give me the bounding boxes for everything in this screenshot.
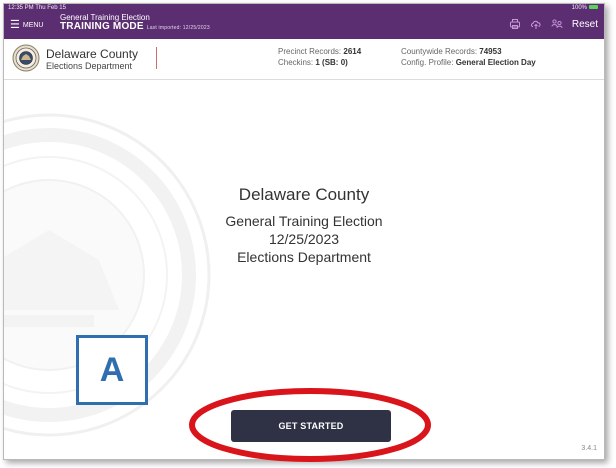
checkins: Checkins: 1 (SB: 0) — [278, 58, 348, 67]
highlight-ellipse — [189, 388, 431, 462]
mode-line: TRAINING MODE Last imported: 12/25/2023 — [60, 22, 210, 33]
top-actions: Reset — [509, 18, 598, 30]
people-icon[interactable] — [551, 18, 563, 30]
main-election-date: 12/25/2023 — [268, 231, 340, 247]
info-bar: Delaware County Elections Department Pre… — [4, 39, 604, 80]
app-version: 3.4.1 — [581, 445, 597, 452]
main-election-name: General Training Election — [225, 213, 383, 229]
status-time: 12:35 PM — [8, 5, 34, 11]
checkins-value: 1 (SB: 0) — [315, 58, 348, 67]
election-titles: General Training Election TRAINING MODE L… — [60, 13, 210, 33]
config-profile-value: General Election Day — [455, 58, 536, 67]
countywide-records-value: 74953 — [479, 47, 502, 56]
checkins-label: Checkins: — [278, 58, 314, 67]
menu-label: MENU — [22, 21, 44, 29]
callout-label-a: A — [76, 335, 148, 405]
header-county-name: Delaware County — [46, 47, 139, 61]
reset-button[interactable]: Reset — [572, 19, 598, 30]
top-bar: 12:35 PM Thu Feb 15 100% ☰ MENU General … — [4, 4, 604, 39]
battery-icon — [589, 5, 598, 10]
training-mode-label: TRAINING MODE — [60, 21, 144, 33]
main-department: Elections Department — [237, 249, 371, 265]
header-department-name: Elections Department — [46, 61, 133, 71]
config-profile-label: Config. Profile: — [401, 58, 454, 67]
printer-icon[interactable] — [509, 18, 521, 30]
county-seal-icon — [12, 44, 40, 72]
status-time-date: 12:35 PM Thu Feb 15 — [8, 5, 66, 11]
cloud-icon[interactable] — [530, 18, 542, 30]
countywide-records: Countywide Records: 74953 — [401, 47, 502, 56]
hamburger-icon: ☰ — [10, 19, 20, 31]
status-date: Thu Feb 15 — [35, 5, 66, 11]
precinct-records: Precinct Records: 2614 — [278, 47, 361, 56]
precinct-records-value: 2614 — [343, 47, 362, 56]
main-county-title: Delaware County — [238, 185, 370, 204]
menu-button[interactable]: ☰ MENU — [10, 19, 44, 31]
precinct-records-label: Precinct Records: — [278, 47, 342, 56]
battery-text: 100% — [571, 5, 587, 11]
last-imported: Last imported: 12/25/2023 — [146, 25, 210, 32]
header-divider — [156, 47, 157, 69]
status-battery: 100% — [572, 5, 598, 11]
countywide-records-label: Countywide Records: — [401, 47, 478, 56]
config-profile: Config. Profile: General Election Day — [401, 58, 536, 67]
